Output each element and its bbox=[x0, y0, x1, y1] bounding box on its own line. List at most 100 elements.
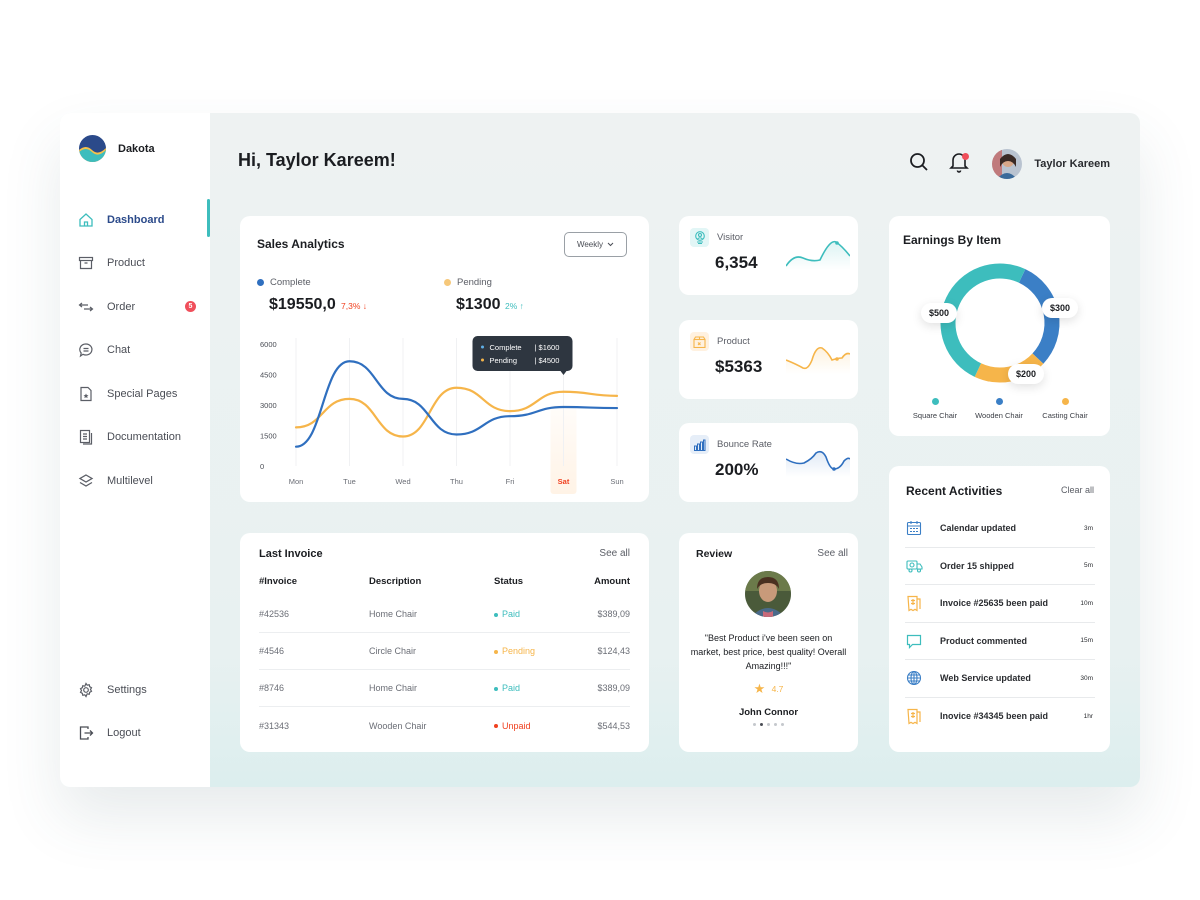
bounce-rate-card: Bounce Rate 200% bbox=[679, 423, 858, 502]
documents-icon bbox=[78, 429, 94, 445]
tooltip-box bbox=[472, 336, 573, 371]
sidebar-item-settings[interactable]: Settings bbox=[60, 668, 210, 712]
globe-icon bbox=[905, 669, 923, 687]
order-count-badge: 5 bbox=[185, 301, 196, 313]
sidebar-item-label: Multilevel bbox=[107, 474, 153, 487]
invoice-see-all-link[interactable]: See all bbox=[599, 548, 630, 559]
review-see-all-link[interactable]: See all bbox=[817, 548, 848, 559]
review-text: "Best Product i've been seen on market, … bbox=[690, 633, 847, 671]
chevron-down-icon bbox=[607, 240, 614, 249]
col-description: Description bbox=[369, 576, 422, 587]
col-status: Status bbox=[494, 576, 524, 587]
legend-casting-chair: Casting Chair bbox=[1030, 398, 1100, 420]
col-amount: Amount bbox=[594, 576, 630, 587]
review-pagination bbox=[679, 723, 858, 726]
activity-item[interactable]: Order 15 shipped 5m bbox=[905, 548, 1095, 585]
pagination-dot[interactable] bbox=[781, 723, 784, 726]
notifications-button[interactable] bbox=[948, 152, 970, 175]
invoice-id: #8746 bbox=[259, 683, 285, 693]
sidebar-item-logout[interactable]: Logout bbox=[60, 712, 210, 756]
visitor-icon bbox=[690, 228, 709, 247]
status-text: Paid bbox=[502, 683, 521, 693]
invoice-amount: $389,09 bbox=[597, 609, 630, 619]
star-document-icon bbox=[78, 386, 94, 402]
sidebar-item-label: Documentation bbox=[107, 431, 181, 444]
sidebar-item-dashboard[interactable]: Dashboard bbox=[60, 198, 210, 242]
status-dot bbox=[494, 686, 498, 691]
sidebar-item-label: Logout bbox=[107, 727, 141, 740]
invoice-status: Unpaid bbox=[494, 721, 584, 731]
pagination-dot[interactable] bbox=[753, 723, 756, 726]
recent-activities-title: Recent Activities bbox=[906, 484, 1003, 498]
pagination-dot[interactable] bbox=[767, 723, 770, 726]
legend-complete-label: Complete bbox=[270, 277, 311, 288]
activity-list: Calendar updated 3m Order 15 shipped 5m … bbox=[905, 510, 1095, 735]
activity-text: Web Service updated bbox=[940, 673, 1031, 684]
tooltip-pointer bbox=[560, 371, 567, 375]
brand-logo[interactable]: Dakota bbox=[79, 135, 155, 162]
activity-item[interactable]: Web Service updated 30m bbox=[905, 660, 1095, 698]
invoice-table-header: #Invoice Description Status Amount bbox=[259, 576, 630, 596]
x-tick-label: Mon bbox=[289, 477, 304, 486]
user-name[interactable]: Taylor Kareem bbox=[1034, 158, 1110, 170]
complete-total: $19550,0 bbox=[269, 296, 336, 313]
pagination-dot[interactable] bbox=[760, 723, 763, 726]
pagination-dot[interactable] bbox=[774, 723, 777, 726]
user-avatar[interactable] bbox=[992, 149, 1023, 179]
pending-delta: 2% ↑ bbox=[505, 301, 524, 311]
sidebar-item-order[interactable]: Order 5 bbox=[60, 285, 210, 329]
sidebar-item-multilevel[interactable]: Multilevel bbox=[60, 459, 210, 503]
activity-time: 10m bbox=[1080, 599, 1093, 607]
invoice-row[interactable]: #4546 Circle Chair Pending $124,43 bbox=[259, 633, 630, 670]
x-tick-label: Sat bbox=[558, 477, 570, 486]
chat-bubble-icon bbox=[78, 342, 94, 358]
legend-square-chair: Square Chair bbox=[900, 398, 970, 420]
sidebar-item-label: Settings bbox=[107, 683, 147, 696]
visitor-sparkline bbox=[786, 240, 850, 270]
rating-value: 4.7 bbox=[771, 684, 784, 694]
invoice-amount: $389,09 bbox=[597, 683, 630, 693]
invoice-description: Wooden Chair bbox=[369, 720, 427, 731]
earning-label-square-chair: $500 bbox=[921, 303, 958, 323]
invoice-description: Circle Chair bbox=[369, 646, 417, 656]
visitor-value: 6,354 bbox=[715, 253, 758, 272]
activity-item[interactable]: Product commented 15m bbox=[905, 623, 1095, 660]
period-value: Weekly bbox=[576, 240, 604, 249]
product-card: Product $5363 bbox=[679, 320, 858, 399]
sales-line-chart[interactable]: Mon Tue Wed Thu Fri Sat Sun 0 1500 3000 4500 6000 Co… bbox=[240, 326, 649, 502]
invoice-row[interactable]: #8746 Home Chair Paid $389,09 bbox=[259, 670, 630, 707]
sidebar-item-documentation[interactable]: Documentation bbox=[60, 416, 210, 460]
activity-item[interactable]: Calendar updated 3m bbox=[905, 510, 1095, 548]
calendar-icon bbox=[905, 519, 923, 537]
search-button[interactable] bbox=[908, 152, 930, 175]
activity-item[interactable]: Invoice #25635 been paid 10m bbox=[905, 585, 1095, 623]
sales-analytics-title: Sales Analytics bbox=[257, 237, 345, 251]
invoice-description: Home Chair bbox=[369, 609, 418, 619]
product-label: Product bbox=[717, 336, 750, 347]
legend-dot bbox=[995, 398, 1003, 405]
sidebar-item-label: Dashboard bbox=[107, 213, 165, 226]
sidebar-item-chat[interactable]: Chat bbox=[60, 329, 210, 373]
tooltip-label: Pending bbox=[490, 356, 518, 365]
invoice-status: Pending bbox=[494, 646, 584, 656]
col-invoice: #Invoice bbox=[259, 576, 298, 587]
legend-label: Square Chair bbox=[912, 411, 958, 420]
earnings-card: Earnings By Item $500 $300 $200 Square C… bbox=[889, 216, 1110, 436]
invoice-amount: $124,43 bbox=[597, 646, 630, 656]
tooltip-value: | $1600 bbox=[535, 343, 560, 352]
x-tick-label: Fri bbox=[506, 477, 515, 486]
last-invoice-card: Last Invoice See all #Invoice Descriptio… bbox=[240, 533, 649, 752]
period-dropdown[interactable]: Weekly bbox=[564, 232, 627, 257]
legend-dot bbox=[931, 398, 939, 405]
pending-dot bbox=[444, 279, 451, 286]
sidebar-item-product[interactable]: Product bbox=[60, 242, 210, 286]
sidebar-item-special-pages[interactable]: Special Pages bbox=[60, 372, 210, 416]
invoice-description: Home Chair bbox=[369, 683, 418, 693]
clear-all-link[interactable]: Clear all bbox=[1061, 485, 1094, 495]
invoice-row[interactable]: #42536 Home Chair Paid $389,09 bbox=[259, 596, 630, 633]
invoice-row[interactable]: #31343 Wooden Chair Unpaid $544,53 bbox=[259, 707, 630, 744]
sidebar-item-label: Order bbox=[107, 300, 136, 313]
star-icon: ★ bbox=[753, 681, 766, 696]
sidebar-item-label: Chat bbox=[107, 344, 131, 357]
activity-item[interactable]: Inovice #34345 been paid 1hr bbox=[905, 698, 1095, 736]
